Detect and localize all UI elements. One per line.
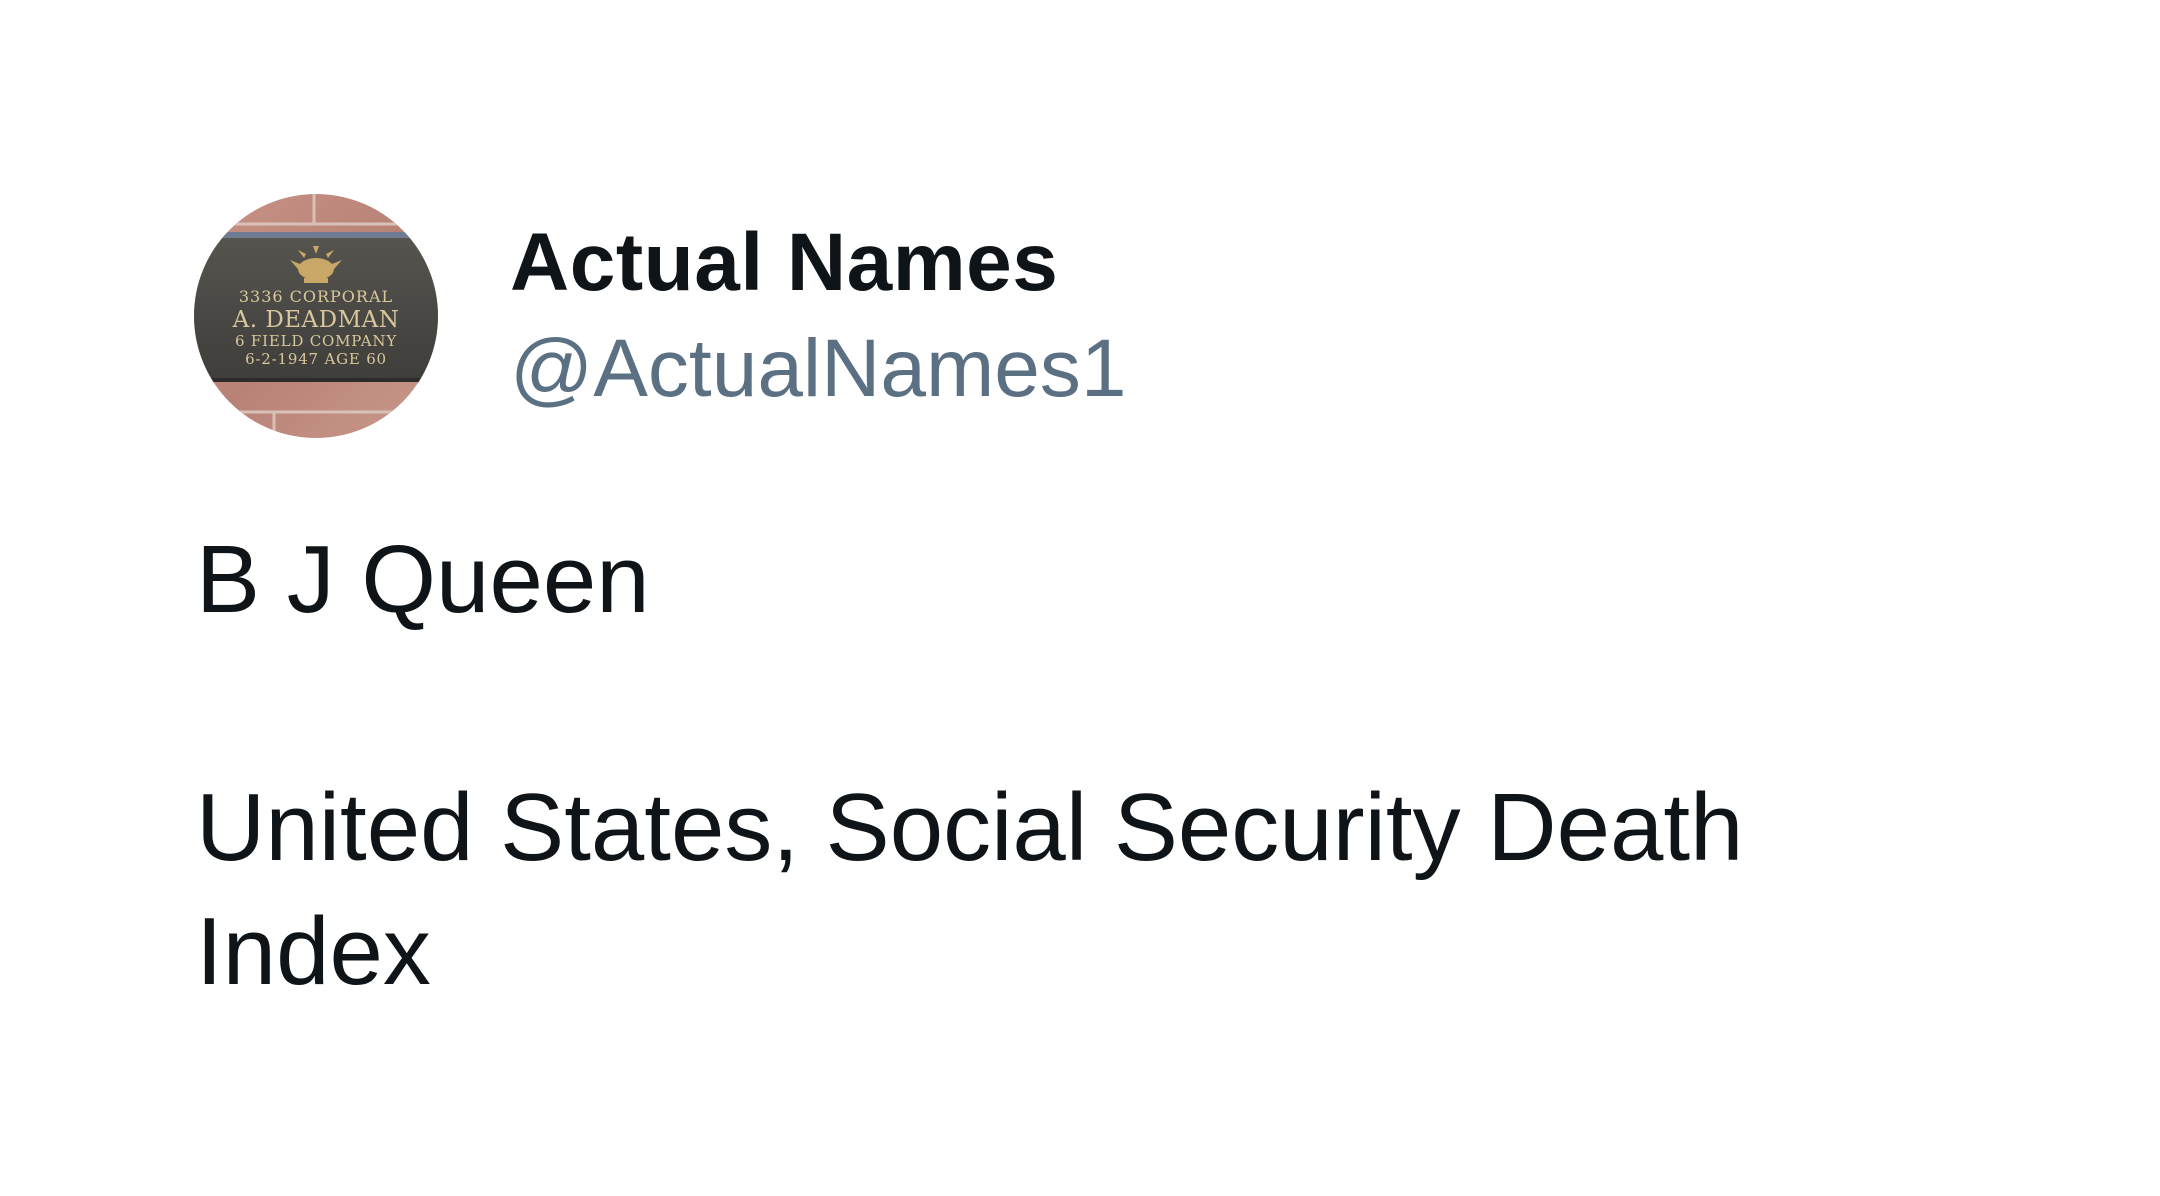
tweet-text: B J Queen United States, Social Security…: [196, 518, 1976, 1014]
memorial-plaque-avatar-icon: 3336 CORPORAL A. DEADMAN 6 FIELD COMPANY…: [194, 194, 438, 438]
tweet-line-source: United States, Social Security Death Ind…: [196, 774, 1744, 1005]
avatar[interactable]: 3336 CORPORAL A. DEADMAN 6 FIELD COMPANY…: [194, 194, 438, 438]
plaque-line-2: A. DEADMAN: [232, 307, 400, 333]
plaque-line-1: 3336 CORPORAL: [239, 287, 393, 306]
tweet-header: 3336 CORPORAL A. DEADMAN 6 FIELD COMPANY…: [194, 194, 1126, 438]
tweet-line-name: B J Queen: [196, 526, 650, 633]
tweet-card: 3336 CORPORAL A. DEADMAN 6 FIELD COMPANY…: [0, 0, 2160, 1196]
plaque-line-3: 6 FIELD COMPANY: [235, 332, 397, 350]
user-handle[interactable]: @ActualNames1: [510, 317, 1126, 421]
display-name[interactable]: Actual Names: [510, 211, 1126, 315]
plaque-line-4: 6-2-1947 AGE 60: [245, 350, 387, 368]
author-names: Actual Names @ActualNames1: [510, 211, 1126, 421]
